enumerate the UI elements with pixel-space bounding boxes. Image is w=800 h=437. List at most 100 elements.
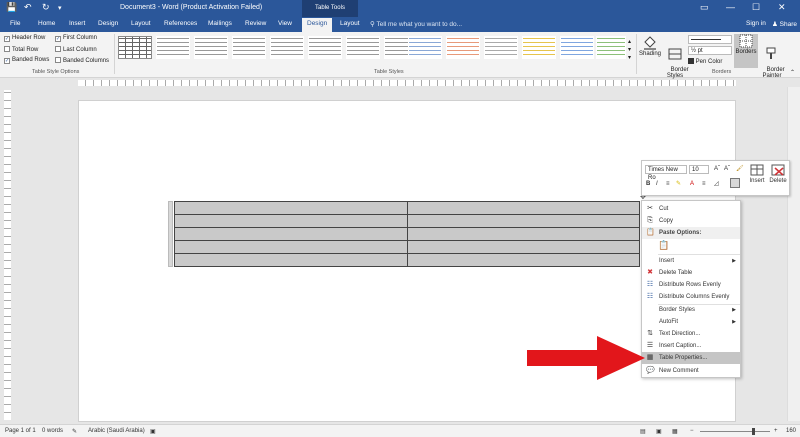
table-cell[interactable] bbox=[407, 201, 640, 215]
italic-button[interactable]: I bbox=[656, 181, 658, 187]
font-color-icon[interactable]: A bbox=[690, 181, 694, 187]
total-row-checkbox[interactable]: Total Row bbox=[4, 46, 38, 53]
tab-table-layout[interactable]: Layout bbox=[340, 20, 360, 27]
tab-home[interactable]: Home bbox=[38, 20, 55, 27]
table-cell[interactable] bbox=[174, 201, 408, 215]
font-size-select[interactable]: 10 bbox=[689, 165, 709, 174]
read-mode-icon[interactable]: ▤ bbox=[640, 428, 646, 435]
paste-keep-formatting-icon[interactable]: 📋 bbox=[658, 240, 670, 252]
menu-item-table-properties[interactable]: ▦ Table Properties... bbox=[642, 352, 740, 364]
align-icon[interactable]: ≡ bbox=[666, 181, 670, 187]
banded-columns-checkbox[interactable]: Banded Columns bbox=[55, 57, 109, 64]
table-row-handles[interactable] bbox=[168, 201, 173, 267]
tab-file[interactable]: File bbox=[10, 20, 20, 27]
borders-button[interactable]: Borders bbox=[734, 34, 758, 68]
banded-rows-checkbox[interactable]: ✓ Banded Rows bbox=[4, 57, 49, 64]
table-style-thumbnail[interactable] bbox=[522, 36, 556, 59]
redo-icon[interactable]: ↻ bbox=[42, 2, 50, 13]
horizontal-ruler[interactable] bbox=[0, 79, 800, 87]
save-icon[interactable]: 💾 bbox=[6, 2, 17, 13]
gallery-more-icon[interactable]: ▾ bbox=[628, 54, 631, 61]
tab-mailings[interactable]: Mailings bbox=[208, 20, 232, 27]
customize-quick-access-icon[interactable]: ▾ bbox=[58, 4, 62, 12]
zoom-level[interactable]: 160 bbox=[786, 428, 796, 434]
line-weight-select[interactable]: ½ pt bbox=[688, 46, 732, 55]
border-styles-button[interactable]: Border Styles bbox=[664, 36, 689, 85]
delete-button[interactable]: Delete bbox=[768, 164, 788, 184]
gallery-scroll-up-icon[interactable]: ▴ bbox=[628, 38, 631, 45]
grow-font-icon[interactable]: Aˆ bbox=[714, 166, 720, 172]
zoom-in-icon[interactable]: + bbox=[774, 428, 778, 434]
menu-item-distribute-columns[interactable]: ☷ Distribute Columns Evenly bbox=[642, 291, 740, 303]
web-layout-icon[interactable]: ▦ bbox=[672, 428, 678, 435]
tab-references[interactable]: References bbox=[164, 20, 197, 27]
page-count[interactable]: Page 1 of 1 bbox=[5, 428, 36, 434]
table-style-thumbnail[interactable] bbox=[346, 36, 380, 59]
gallery-scroll-down-icon[interactable]: ▾ bbox=[628, 46, 631, 53]
menu-item-cut[interactable]: ✂ Cut bbox=[642, 203, 740, 215]
table-style-thumbnail[interactable] bbox=[194, 36, 228, 59]
table-style-thumbnail[interactable] bbox=[408, 36, 442, 59]
table-style-thumbnail[interactable] bbox=[156, 36, 190, 59]
menu-item-insert[interactable]: Insert ▶ bbox=[642, 255, 740, 267]
table-cell[interactable] bbox=[407, 240, 640, 254]
proofing-icon[interactable]: ✎ bbox=[72, 428, 77, 435]
menu-item-autofit[interactable]: AutoFit ▶ bbox=[642, 316, 740, 328]
table-cell[interactable] bbox=[174, 214, 408, 228]
menu-item-delete-table[interactable]: ✖ Delete Table bbox=[642, 267, 740, 279]
table-cell[interactable] bbox=[407, 253, 640, 267]
ribbon-display-options-icon[interactable]: ▭ bbox=[700, 2, 709, 13]
borders-icon[interactable] bbox=[730, 178, 740, 188]
table-cell[interactable] bbox=[407, 227, 640, 241]
highlight-icon[interactable]: ✎ bbox=[676, 180, 681, 187]
restore-button[interactable]: ☐ bbox=[752, 2, 760, 13]
zoom-slider-thumb[interactable] bbox=[752, 428, 755, 435]
table-style-thumbnail[interactable] bbox=[560, 36, 594, 59]
bullets-icon[interactable]: ≡ bbox=[702, 181, 706, 187]
document-table[interactable] bbox=[174, 201, 640, 267]
word-count[interactable]: 0 words bbox=[42, 428, 63, 434]
table-style-thumbnail[interactable] bbox=[446, 36, 480, 59]
pen-color-button[interactable]: Pen Color bbox=[688, 58, 722, 65]
font-name-select[interactable]: Times New Ro bbox=[645, 165, 687, 181]
table-style-thumbnail[interactable] bbox=[232, 36, 266, 59]
bold-button[interactable]: B bbox=[646, 181, 650, 187]
vertical-scrollbar[interactable] bbox=[787, 87, 800, 421]
tab-layout[interactable]: Layout bbox=[131, 20, 151, 27]
first-column-checkbox[interactable]: ✓ First Column bbox=[55, 35, 97, 42]
shading-button[interactable]: Shading bbox=[639, 34, 661, 57]
tab-table-design[interactable]: Design bbox=[302, 18, 333, 32]
menu-item-distribute-rows[interactable]: ☷ Distribute Rows Evenly bbox=[642, 279, 740, 291]
tab-review[interactable]: Review bbox=[245, 20, 266, 27]
table-cell[interactable] bbox=[407, 214, 640, 228]
macro-icon[interactable]: ▣ bbox=[150, 428, 156, 435]
table-style-thumbnail[interactable] bbox=[484, 36, 518, 59]
table-style-thumbnail[interactable] bbox=[308, 36, 342, 59]
print-layout-icon[interactable]: ▣ bbox=[656, 428, 662, 435]
shrink-font-icon[interactable]: Aˇ bbox=[724, 166, 730, 172]
line-style-select[interactable] bbox=[688, 35, 732, 44]
menu-item-border-styles[interactable]: Border Styles ▶ bbox=[642, 304, 740, 316]
tab-insert[interactable]: Insert bbox=[69, 20, 85, 27]
insert-button[interactable]: Insert bbox=[748, 164, 766, 184]
table-cell[interactable] bbox=[174, 240, 408, 254]
undo-icon[interactable]: ↶ bbox=[24, 2, 32, 13]
tell-me-search[interactable]: ⚲ Tell me what you want to do... bbox=[370, 20, 462, 28]
minimize-button[interactable]: — bbox=[726, 2, 735, 12]
sign-in-link[interactable]: Sign in bbox=[746, 20, 766, 27]
table-cell[interactable] bbox=[174, 253, 408, 267]
zoom-out-icon[interactable]: − bbox=[690, 428, 694, 434]
tab-view[interactable]: View bbox=[278, 20, 292, 27]
collapse-ribbon-icon[interactable]: ⌃ bbox=[790, 69, 795, 76]
last-column-checkbox[interactable]: Last Column bbox=[55, 46, 97, 53]
menu-item-copy[interactable]: ⎘ Copy bbox=[642, 215, 740, 227]
table-style-thumbnail[interactable] bbox=[118, 36, 152, 59]
zoom-slider[interactable] bbox=[700, 431, 770, 432]
shading-icon[interactable]: ◿ bbox=[714, 180, 719, 187]
format-painter-icon[interactable]: 🖌 bbox=[736, 165, 744, 172]
menu-item-insert-caption[interactable]: ☰ Insert Caption... bbox=[642, 340, 740, 352]
share-button[interactable]: ♟ Share bbox=[772, 20, 797, 28]
tab-design[interactable]: Design bbox=[98, 20, 118, 27]
close-button[interactable]: ✕ bbox=[778, 2, 786, 13]
table-style-thumbnail[interactable] bbox=[270, 36, 304, 59]
